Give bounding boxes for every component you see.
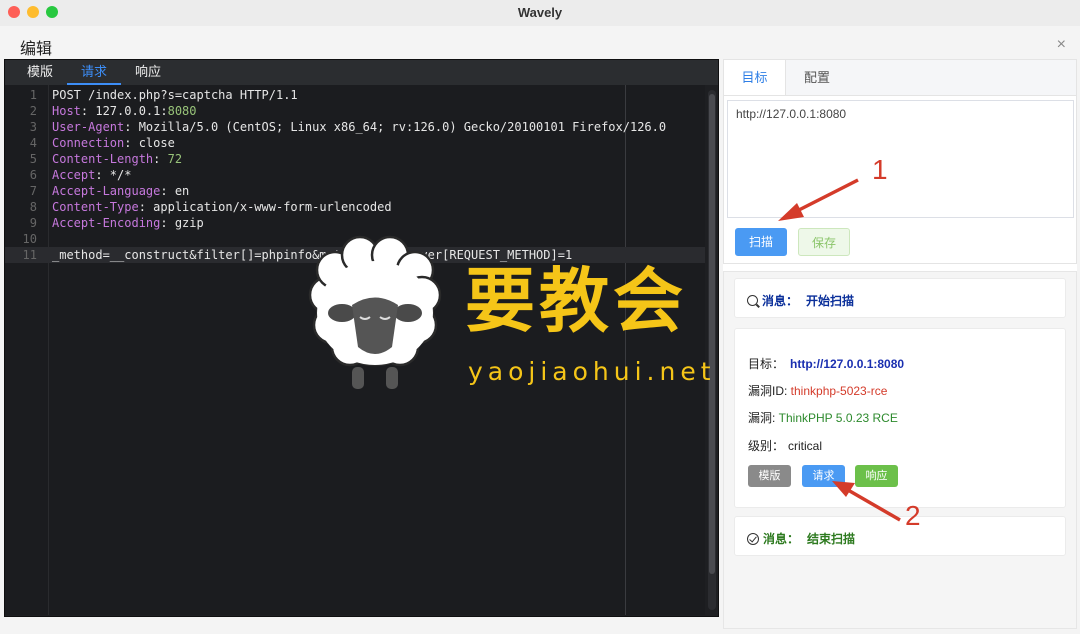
annotation-1: 1	[872, 154, 888, 185]
annotation-arrows	[778, 178, 901, 522]
annotation-2: 2	[905, 500, 921, 531]
